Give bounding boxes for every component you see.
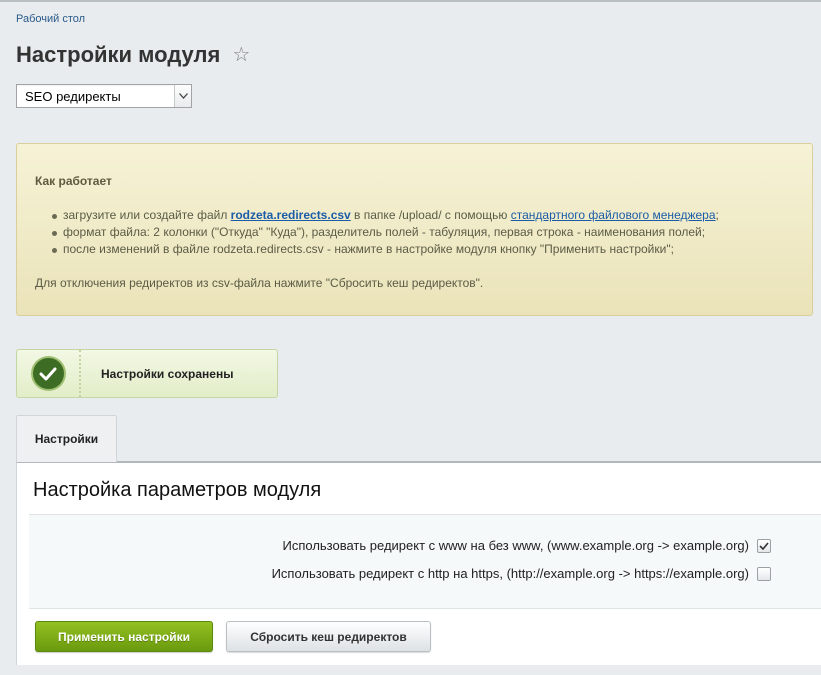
success-text: Настройки сохранены (101, 366, 234, 381)
info-item-text: в папке /upload/ с помощью (350, 208, 511, 222)
chevron-down-icon[interactable] (174, 85, 191, 107)
success-notice: Настройки сохранены (16, 349, 278, 398)
breadcrumb-desktop-link[interactable]: Рабочий стол (16, 13, 85, 25)
info-item-apply: после изменений в файле rodzeta.redirect… (52, 241, 794, 258)
panel-title: Настройка параметров модуля (33, 479, 322, 501)
https-redirect-checkbox[interactable] (757, 566, 771, 581)
info-item-upload: загрузите или создайте файл rodzeta.redi… (52, 207, 794, 224)
www-redirect-checkbox[interactable] (757, 538, 771, 553)
tab-settings[interactable]: Настройки (16, 415, 117, 462)
info-box: Как работает загрузите или создайте файл… (16, 143, 813, 316)
info-item-format: формат файла: 2 колонки ("Откуда" "Куда"… (52, 224, 794, 241)
option-row-https: Использовать редирект с http на https, (… (272, 566, 771, 581)
page-title-text: Настройки модуля (16, 42, 221, 67)
module-select-value: SEO редиректы (25, 88, 121, 104)
module-select[interactable]: SEO редиректы (16, 84, 192, 108)
options-area: Использовать редирект с www на без www, … (29, 514, 821, 609)
page-title: Настройки модуля ☆ (16, 42, 250, 68)
info-heading: Как работает (35, 174, 112, 188)
file-manager-link[interactable]: стандартного файлового менеджера (511, 208, 716, 222)
checkmark-icon (759, 541, 769, 550)
reset-cache-button[interactable]: Сбросить кеш редиректов (226, 621, 431, 652)
csv-file-link[interactable]: rodzeta.redirects.csv (231, 208, 351, 222)
info-footer: Для отключения редиректов из csv-файла н… (35, 276, 484, 290)
info-item-text: ; (715, 208, 719, 222)
info-item-text: загрузите или создайте файл (63, 208, 231, 222)
star-icon[interactable]: ☆ (232, 45, 250, 65)
success-icon-wrap (17, 350, 81, 397)
option-label-https: Использовать редирект с http на https, (… (271, 566, 749, 581)
apply-settings-button[interactable]: Применить настройки (35, 621, 213, 652)
checkmark-icon (32, 358, 64, 389)
option-row-www: Использовать редирект с www на без www, … (282, 538, 771, 553)
info-list: загрузите или создайте файл rodzeta.redi… (35, 207, 794, 258)
option-label-www: Использовать редирект с www на без www, … (282, 538, 750, 553)
